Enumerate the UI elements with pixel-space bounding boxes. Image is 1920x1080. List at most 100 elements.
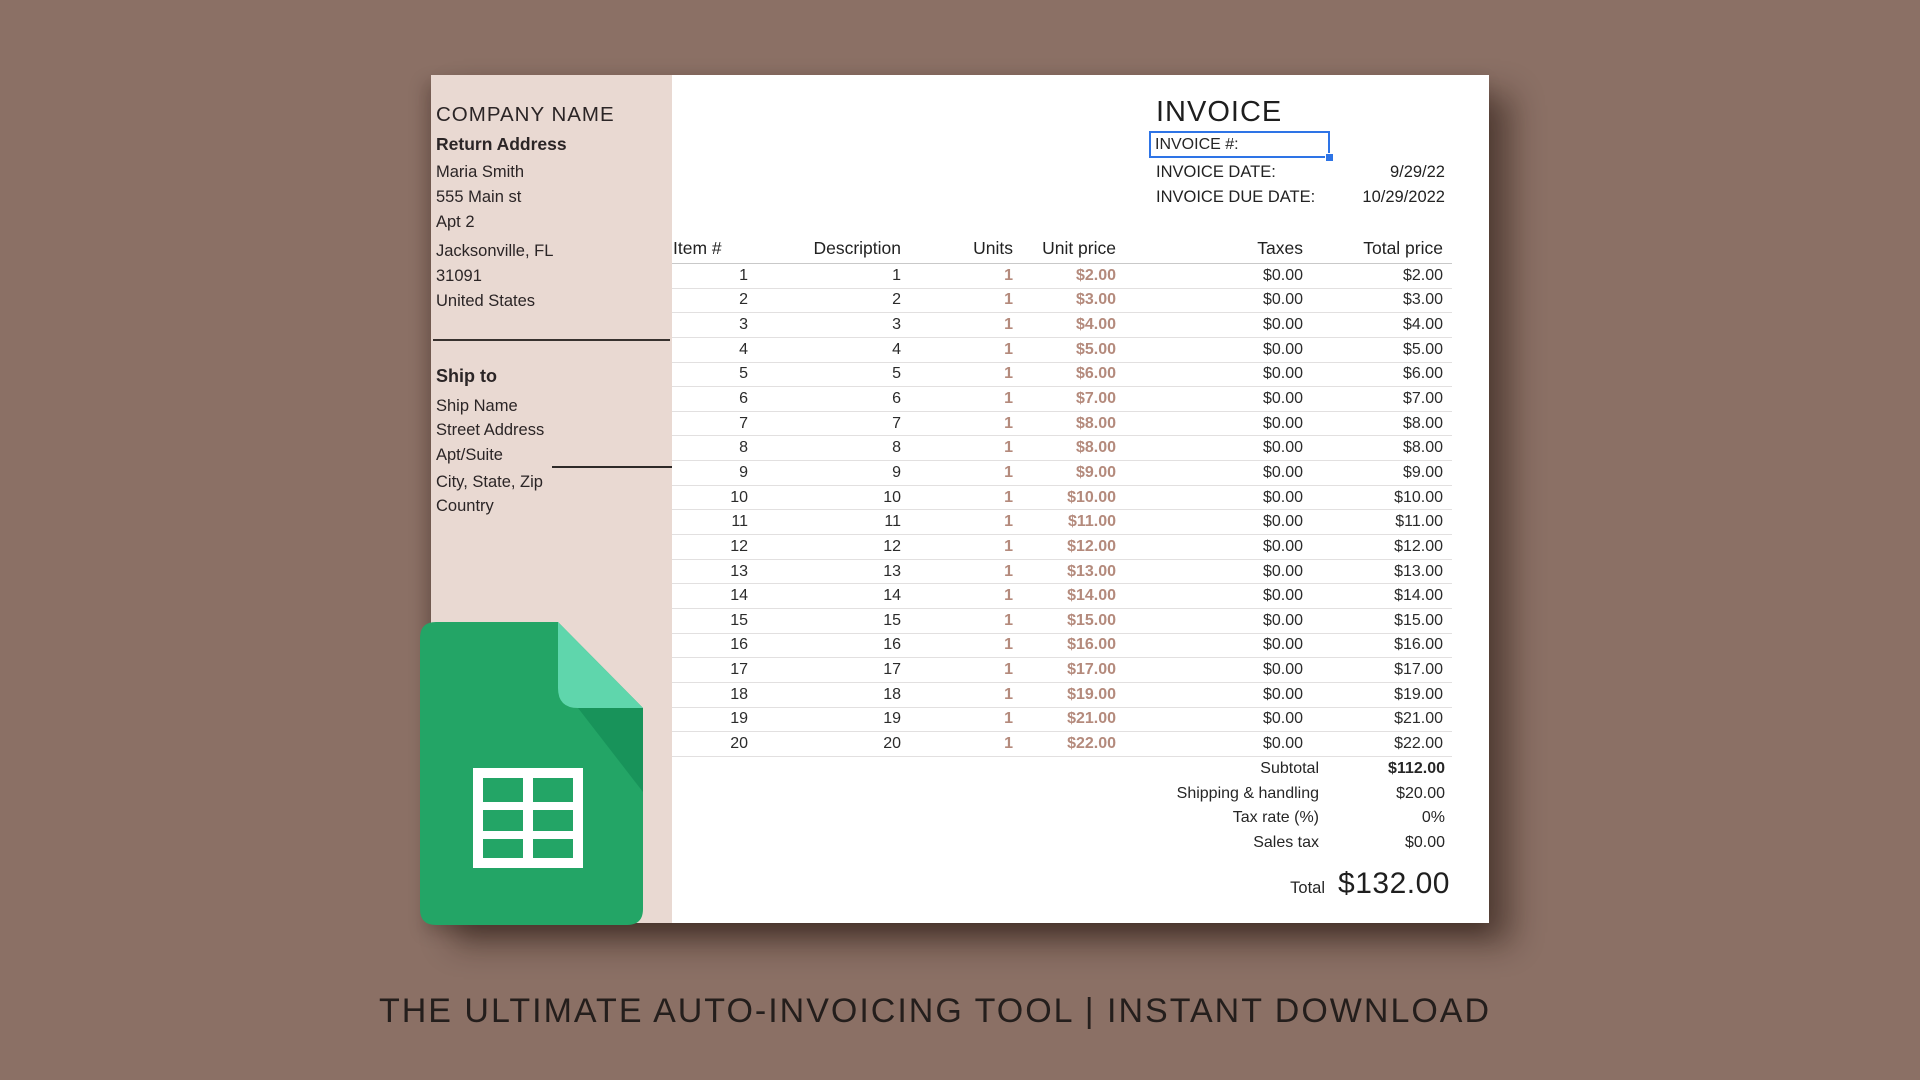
description-cell[interactable]: 10 <box>757 489 910 507</box>
unit-price-cell[interactable]: $4.00 <box>1022 316 1125 334</box>
units-cell[interactable]: 1 <box>910 538 1022 556</box>
return-address-line[interactable]: United States <box>436 292 668 311</box>
total-price-cell[interactable]: $10.00 <box>1312 489 1452 507</box>
total-price-cell[interactable]: $5.00 <box>1312 341 1452 359</box>
total-price-cell[interactable]: $21.00 <box>1312 710 1452 728</box>
item-number-cell[interactable]: 15 <box>672 612 757 630</box>
unit-price-cell[interactable]: $8.00 <box>1022 415 1125 433</box>
item-number-cell[interactable]: 8 <box>672 439 757 457</box>
taxes-cell[interactable]: $0.00 <box>1125 735 1312 753</box>
description-cell[interactable]: 3 <box>757 316 910 334</box>
company-name[interactable]: COMPANY NAME <box>436 103 668 127</box>
total-price-cell[interactable]: $11.00 <box>1312 513 1452 531</box>
taxes-cell[interactable]: $0.00 <box>1125 341 1312 359</box>
return-address-line[interactable]: 31091 <box>436 267 668 286</box>
item-number-cell[interactable]: 20 <box>672 735 757 753</box>
item-number-cell[interactable]: 10 <box>672 489 757 507</box>
item-number-cell[interactable]: 1 <box>672 267 757 285</box>
total-price-cell[interactable]: $15.00 <box>1312 612 1452 630</box>
taxes-cell[interactable]: $0.00 <box>1125 710 1312 728</box>
item-number-cell[interactable]: 11 <box>672 513 757 531</box>
item-number-cell[interactable]: 14 <box>672 587 757 605</box>
summary-value[interactable]: $20.00 <box>1319 785 1452 803</box>
unit-price-cell[interactable]: $12.00 <box>1022 538 1125 556</box>
unit-price-cell[interactable]: $17.00 <box>1022 661 1125 679</box>
total-price-cell[interactable]: $17.00 <box>1312 661 1452 679</box>
item-number-cell[interactable]: 18 <box>672 686 757 704</box>
units-cell[interactable]: 1 <box>910 267 1022 285</box>
total-price-cell[interactable]: $12.00 <box>1312 538 1452 556</box>
description-cell[interactable]: 12 <box>757 538 910 556</box>
description-cell[interactable]: 2 <box>757 291 910 309</box>
units-cell[interactable]: 1 <box>910 489 1022 507</box>
description-cell[interactable]: 17 <box>757 661 910 679</box>
taxes-cell[interactable]: $0.00 <box>1125 489 1312 507</box>
taxes-cell[interactable]: $0.00 <box>1125 291 1312 309</box>
item-number-cell[interactable]: 2 <box>672 291 757 309</box>
item-number-cell[interactable]: 12 <box>672 538 757 556</box>
summary-value[interactable]: $112.00 <box>1319 760 1452 778</box>
taxes-cell[interactable]: $0.00 <box>1125 686 1312 704</box>
item-number-cell[interactable]: 13 <box>672 563 757 581</box>
taxes-cell[interactable]: $0.00 <box>1125 316 1312 334</box>
total-price-cell[interactable]: $3.00 <box>1312 291 1452 309</box>
units-cell[interactable]: 1 <box>910 587 1022 605</box>
ship-to-line[interactable]: City, State, Zip <box>436 473 668 492</box>
total-price-cell[interactable]: $22.00 <box>1312 735 1452 753</box>
taxes-cell[interactable]: $0.00 <box>1125 365 1312 383</box>
unit-price-cell[interactable]: $8.00 <box>1022 439 1125 457</box>
total-price-cell[interactable]: $19.00 <box>1312 686 1452 704</box>
unit-price-cell[interactable]: $5.00 <box>1022 341 1125 359</box>
taxes-cell[interactable]: $0.00 <box>1125 464 1312 482</box>
unit-price-cell[interactable]: $22.00 <box>1022 735 1125 753</box>
units-cell[interactable]: 1 <box>910 415 1022 433</box>
taxes-cell[interactable]: $0.00 <box>1125 538 1312 556</box>
units-cell[interactable]: 1 <box>910 341 1022 359</box>
unit-price-cell[interactable]: $13.00 <box>1022 563 1125 581</box>
taxes-cell[interactable]: $0.00 <box>1125 612 1312 630</box>
summary-value[interactable]: 0% <box>1319 809 1452 827</box>
taxes-cell[interactable]: $0.00 <box>1125 390 1312 408</box>
units-cell[interactable]: 1 <box>910 661 1022 679</box>
unit-price-cell[interactable]: $9.00 <box>1022 464 1125 482</box>
unit-price-cell[interactable]: $16.00 <box>1022 636 1125 654</box>
units-cell[interactable]: 1 <box>910 316 1022 334</box>
units-cell[interactable]: 1 <box>910 439 1022 457</box>
units-cell[interactable]: 1 <box>910 291 1022 309</box>
units-cell[interactable]: 1 <box>910 563 1022 581</box>
unit-price-cell[interactable]: $19.00 <box>1022 686 1125 704</box>
ship-to-line[interactable]: Street Address <box>436 421 668 440</box>
total-value[interactable]: $132.00 <box>1325 867 1452 901</box>
description-cell[interactable]: 8 <box>757 439 910 457</box>
units-cell[interactable]: 1 <box>910 735 1022 753</box>
units-cell[interactable]: 1 <box>910 710 1022 728</box>
units-cell[interactable]: 1 <box>910 365 1022 383</box>
total-price-cell[interactable]: $13.00 <box>1312 563 1452 581</box>
total-price-cell[interactable]: $9.00 <box>1312 464 1452 482</box>
invoice-due-date-value[interactable]: 10/29/2022 <box>1362 188 1445 207</box>
unit-price-cell[interactable]: $2.00 <box>1022 267 1125 285</box>
total-price-cell[interactable]: $6.00 <box>1312 365 1452 383</box>
total-price-cell[interactable]: $14.00 <box>1312 587 1452 605</box>
description-cell[interactable]: 13 <box>757 563 910 581</box>
unit-price-cell[interactable]: $10.00 <box>1022 489 1125 507</box>
units-cell[interactable]: 1 <box>910 464 1022 482</box>
ship-to-line[interactable]: Apt/Suite <box>436 446 668 465</box>
description-cell[interactable]: 14 <box>757 587 910 605</box>
units-cell[interactable]: 1 <box>910 686 1022 704</box>
taxes-cell[interactable]: $0.00 <box>1125 563 1312 581</box>
item-number-cell[interactable]: 16 <box>672 636 757 654</box>
taxes-cell[interactable]: $0.00 <box>1125 267 1312 285</box>
description-cell[interactable]: 7 <box>757 415 910 433</box>
unit-price-cell[interactable]: $15.00 <box>1022 612 1125 630</box>
description-cell[interactable]: 11 <box>757 513 910 531</box>
return-address-line[interactable]: Maria Smith <box>436 163 668 182</box>
item-number-cell[interactable]: 17 <box>672 661 757 679</box>
description-cell[interactable]: 6 <box>757 390 910 408</box>
description-cell[interactable]: 18 <box>757 686 910 704</box>
ship-to-line[interactable]: Country <box>436 497 668 516</box>
description-cell[interactable]: 1 <box>757 267 910 285</box>
units-cell[interactable]: 1 <box>910 636 1022 654</box>
taxes-cell[interactable]: $0.00 <box>1125 415 1312 433</box>
invoice-number-cell[interactable]: INVOICE #: <box>1149 131 1334 162</box>
